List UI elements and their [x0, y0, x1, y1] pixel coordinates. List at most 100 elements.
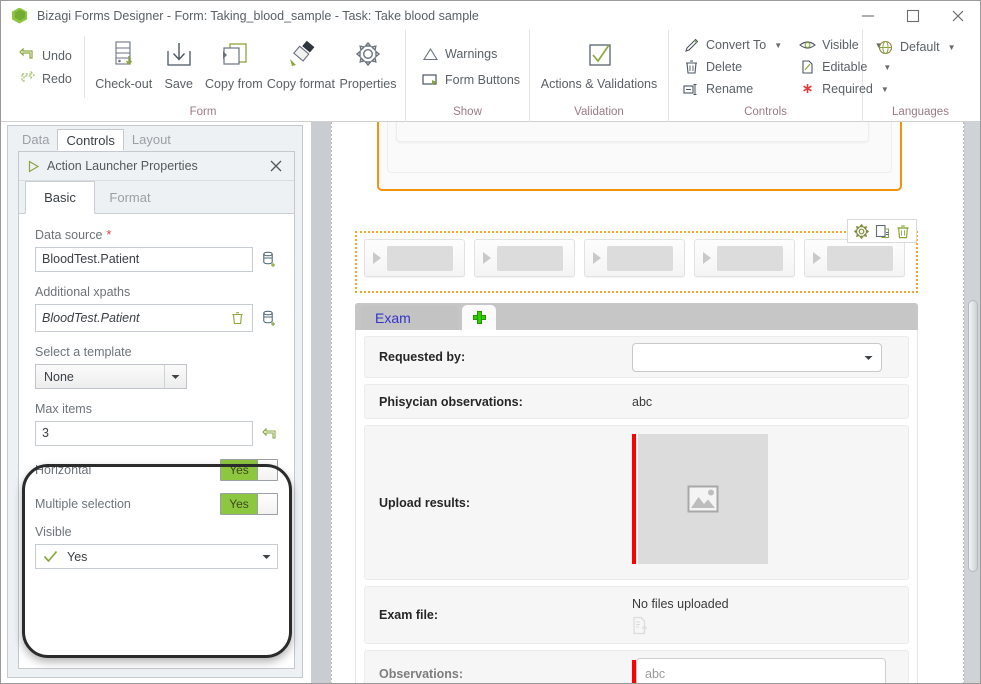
- properties-body: Data source * BloodTest.Patient Addition…: [19, 214, 294, 668]
- exam-file-status: No files uploaded: [632, 597, 729, 611]
- tab-exam[interactable]: Exam: [361, 306, 458, 330]
- check-out-icon: [107, 36, 141, 76]
- add-tab-button[interactable]: [462, 305, 496, 330]
- settings-gear-icon[interactable]: [853, 223, 869, 240]
- app-window: Bizagi Forms Designer - Form: Taking_blo…: [0, 0, 981, 684]
- form-row-requested-by[interactable]: Requested by:: [364, 336, 909, 378]
- select-template-dropdown[interactable]: None: [35, 364, 187, 389]
- action-launcher-item[interactable]: [804, 239, 905, 277]
- properties-header: Action Launcher Properties: [19, 152, 294, 181]
- max-items-label: Max items: [35, 402, 92, 416]
- undo-icon: [19, 47, 36, 63]
- form-row-exam-file[interactable]: Exam file: No files uploaded: [364, 586, 909, 644]
- action-launcher-item[interactable]: [474, 239, 575, 277]
- form-canvas: Exam Requested by: Phisycian observation…: [311, 122, 980, 683]
- form-row-value: No files uploaded: [632, 590, 908, 640]
- undo-redo-stack: Undo Redo: [7, 47, 76, 87]
- form-group-card[interactable]: [377, 122, 902, 191]
- tab-basic[interactable]: Basic: [25, 181, 95, 214]
- maximize-icon[interactable]: [890, 1, 935, 30]
- plus-icon: [472, 311, 486, 324]
- copy-format-button[interactable]: Copy format: [265, 30, 337, 104]
- properties-button[interactable]: Properties: [337, 30, 399, 104]
- horizontal-toggle[interactable]: Yes: [220, 459, 278, 481]
- data-source-input[interactable]: BloodTest.Patient: [35, 247, 253, 272]
- copy-from-icon: [216, 36, 252, 76]
- phisycian-observations-value: abc: [632, 394, 653, 409]
- delete-xpath-icon[interactable]: [228, 308, 246, 328]
- chevron-down-icon[interactable]: ▼: [774, 41, 782, 50]
- form-buttons-label: Form Buttons: [445, 73, 521, 87]
- scrollbar-thumb[interactable]: [968, 300, 978, 572]
- delete-trash-icon[interactable]: [895, 223, 911, 240]
- observations-input[interactable]: abc: [636, 658, 886, 683]
- copy-from-label: Copy from: [205, 77, 263, 91]
- delete-button[interactable]: Delete: [679, 58, 785, 76]
- requested-by-dropdown[interactable]: [632, 342, 882, 372]
- action-launcher-item[interactable]: [364, 239, 465, 277]
- horizontal-toggle-value: Yes: [221, 460, 257, 480]
- visible-dropdown[interactable]: Yes: [35, 544, 278, 569]
- horizontal-label: Horizontal: [35, 463, 92, 477]
- canvas-vertical-scrollbar[interactable]: [965, 122, 980, 683]
- undo-button[interactable]: Undo: [15, 47, 76, 64]
- visible-label: Visible: [822, 38, 859, 52]
- add-data-source-icon[interactable]: [260, 250, 278, 270]
- item-placeholder: [607, 245, 673, 271]
- chevron-down-icon[interactable]: [164, 365, 186, 388]
- max-items-input[interactable]: 3: [35, 421, 253, 446]
- reset-max-items-icon[interactable]: [260, 424, 278, 444]
- warnings-button[interactable]: Warnings: [418, 45, 523, 63]
- rename-button[interactable]: Rename: [679, 80, 785, 98]
- visible-value: Yes: [67, 549, 88, 564]
- convert-to-button[interactable]: Convert To ▼: [679, 36, 785, 54]
- left-panel: Data Controls Layout Action Launcher Pro…: [7, 125, 303, 678]
- tab-layout[interactable]: Layout: [124, 129, 179, 151]
- copy-from-button[interactable]: Copy from: [203, 30, 265, 104]
- minimize-icon[interactable]: [845, 1, 890, 30]
- convert-to-pencil-icon: [682, 37, 700, 53]
- form-row-upload-results[interactable]: Upload results:: [364, 425, 909, 580]
- check-out-button[interactable]: Check-out: [93, 30, 155, 104]
- form-row-value: [632, 426, 908, 579]
- upload-results-image-placeholder[interactable]: [638, 434, 768, 564]
- tab-format[interactable]: Format: [95, 181, 165, 213]
- multiple-selection-toggle[interactable]: Yes: [220, 493, 278, 515]
- chevron-down-icon[interactable]: [255, 554, 277, 560]
- form-buttons-icon: [421, 72, 439, 88]
- chevron-down-icon[interactable]: [864, 348, 873, 366]
- form-row-observations[interactable]: Observations: abc: [364, 650, 909, 683]
- window-title: Bizagi Forms Designer - Form: Taking_blo…: [37, 8, 479, 23]
- form-row-label: Phisycian observations:: [379, 394, 523, 409]
- toggle-knob: [257, 494, 277, 514]
- form-row-label: Upload results:: [379, 495, 470, 510]
- close-icon[interactable]: [266, 156, 286, 176]
- action-launcher-item[interactable]: [584, 239, 685, 277]
- duplicate-icon[interactable]: [874, 223, 890, 240]
- action-launcher-items: [364, 239, 905, 277]
- play-triangle-icon: [593, 252, 601, 264]
- save-button[interactable]: Save: [155, 30, 203, 104]
- ribbon: Undo Redo Check-out Save Copy from Copy …: [1, 30, 980, 122]
- delete-label: Delete: [706, 60, 743, 74]
- form-row-phisycian-observations[interactable]: Phisycian observations: abc: [364, 384, 909, 419]
- form-scroll-area[interactable]: Exam Requested by: Phisycian observation…: [333, 122, 941, 683]
- chevron-down-icon[interactable]: ▼: [948, 43, 956, 52]
- default-language-button[interactable]: Default ▼: [873, 38, 959, 56]
- actions-validations-button[interactable]: Actions & Validations: [536, 30, 662, 104]
- additional-xpaths-input[interactable]: BloodTest.Patient: [35, 304, 253, 332]
- required-asterisk-icon: *: [106, 227, 112, 242]
- action-launcher-item[interactable]: [694, 239, 795, 277]
- form-row-value: abc: [632, 395, 908, 409]
- tab-controls[interactable]: Controls: [57, 129, 124, 151]
- action-launcher-selected-region[interactable]: [355, 219, 918, 293]
- ribbon-group-form: Undo Redo Check-out Save Copy from Copy …: [1, 30, 406, 122]
- close-icon[interactable]: [935, 1, 980, 30]
- redo-button[interactable]: Redo: [15, 70, 76, 87]
- tab-data[interactable]: Data: [14, 129, 57, 151]
- add-xpath-icon[interactable]: [260, 308, 278, 328]
- form-group-grid: [396, 122, 869, 142]
- additional-xpaths-value: BloodTest.Patient: [42, 310, 140, 325]
- file-upload-icon[interactable]: [632, 616, 649, 640]
- form-buttons-button[interactable]: Form Buttons: [418, 71, 523, 89]
